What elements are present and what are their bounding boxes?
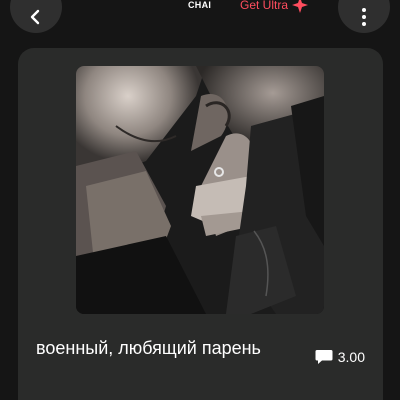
more-options-button[interactable] — [338, 0, 390, 33]
bot-photo-graphic — [76, 66, 324, 314]
sparkle-icon — [292, 0, 309, 13]
brand-logo: CHAI — [188, 0, 212, 10]
get-ultra-label: Get Ultra — [240, 0, 289, 12]
bot-avatar-image — [76, 66, 324, 314]
get-ultra-button[interactable]: Get Ultra — [240, 0, 309, 14]
rating-value: 3.00 — [337, 349, 365, 365]
bot-card: военный, любящий парень 3.00 — [18, 48, 383, 400]
chevron-left-icon — [30, 9, 40, 24]
rating-badge: 3.00 — [315, 349, 365, 365]
bot-profile-screen: CHAI Get Ultra военный, любящий парень 3… — [0, 0, 400, 400]
bot-name: военный, любящий парень — [36, 338, 261, 358]
chat-bubble-icon — [315, 350, 333, 364]
vertical-ellipsis-icon — [362, 7, 366, 26]
back-button[interactable] — [10, 0, 62, 33]
